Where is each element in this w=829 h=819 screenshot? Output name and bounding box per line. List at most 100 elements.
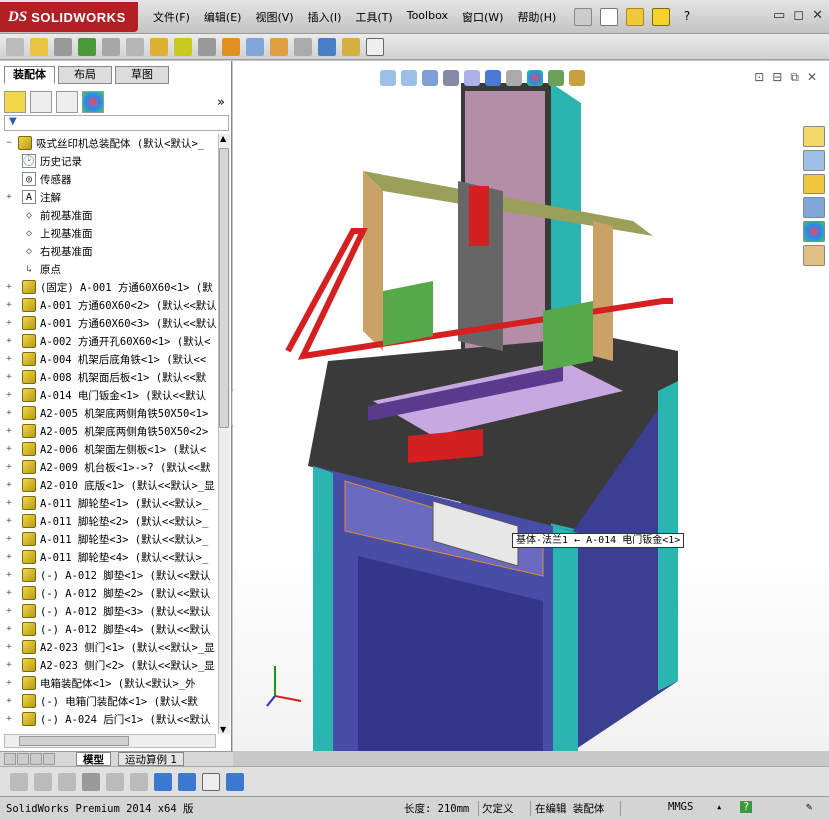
speedpak-icon[interactable]	[342, 37, 360, 56]
expand-toggle-icon[interactable]: +	[4, 282, 14, 292]
configuration-manager-icon[interactable]	[56, 91, 78, 113]
minimize-icon[interactable]: ▭	[773, 8, 785, 23]
custom-properties-icon[interactable]	[803, 245, 825, 266]
new-document-icon[interactable]	[600, 8, 618, 26]
question-icon[interactable]: ?	[678, 8, 696, 26]
viewport-close-icon[interactable]: ✕	[807, 70, 817, 85]
home-icon[interactable]	[803, 126, 825, 147]
linear-pattern-icon[interactable]	[78, 37, 96, 56]
tree-item[interactable]: + (-) A-012 脚垫<1> (默认<<默认	[0, 566, 218, 584]
expand-toggle-icon[interactable]: +	[4, 642, 14, 652]
filter-icon[interactable]: ▼	[9, 116, 17, 127]
zoom-to-fit-icon[interactable]	[380, 70, 396, 86]
expand-arrows-icon[interactable]: »	[217, 95, 225, 110]
tab-layout[interactable]: 布局	[58, 66, 112, 84]
expand-toggle-icon[interactable]: +	[4, 354, 14, 364]
expand-toggle-icon[interactable]: +	[4, 408, 14, 418]
tab-assembly[interactable]: 装配体	[4, 66, 55, 84]
status-units[interactable]: MMGS	[668, 801, 693, 813]
units-dropdown-icon[interactable]: ▴	[716, 801, 722, 813]
reference-geometry-icon[interactable]	[198, 37, 216, 56]
menu-toolbox[interactable]: Toolbox	[400, 9, 455, 25]
menu-tools[interactable]: 工具(T)	[348, 9, 399, 25]
new-part-icon[interactable]	[30, 37, 48, 56]
expand-toggle-icon[interactable]: +	[4, 534, 14, 544]
horizontal-scroll-thumb[interactable]	[19, 736, 129, 746]
tree-item[interactable]: + A2-010 底版<1> (默认<<默认>_显	[0, 476, 218, 494]
tab-first-icon[interactable]	[4, 753, 16, 765]
instant3d-icon[interactable]	[318, 37, 336, 56]
bottom-tool-1-icon[interactable]	[10, 772, 28, 791]
tree-item[interactable]: + A2-005 机架底两侧角铁50X50<2>	[0, 422, 218, 440]
tab-next-icon[interactable]	[30, 753, 42, 765]
expand-toggle-icon[interactable]: +	[4, 300, 14, 310]
status-underdefined[interactable]: 欠定义	[482, 801, 514, 816]
move-component-icon[interactable]	[126, 37, 144, 56]
display-manager-icon[interactable]	[82, 91, 104, 113]
tree-item[interactable]: + (-) A-012 脚垫<4> (默认<<默认	[0, 620, 218, 638]
expand-toggle-icon[interactable]: +	[4, 678, 14, 688]
previous-view-icon[interactable]	[422, 70, 438, 86]
tree-item[interactable]: + A-001 方通60X60<3> (默认<<默认	[0, 314, 218, 332]
menu-edit[interactable]: 编辑(E)	[197, 9, 249, 25]
tab-last-icon[interactable]	[43, 753, 55, 765]
tree-item[interactable]: + (-) 电箱门装配体<1> (默认<默	[0, 692, 218, 710]
tree-item[interactable]: + A2-006 机架面左侧板<1> (默认<	[0, 440, 218, 458]
explode-line-icon[interactable]	[294, 37, 312, 56]
bottom-tool-8-icon[interactable]	[178, 772, 196, 791]
tree-item[interactable]: + A-011 脚轮垫<4> (默认<<默认>_	[0, 548, 218, 566]
menu-insert[interactable]: 插入(I)	[301, 9, 349, 25]
quick-tips-icon[interactable]: ✎	[806, 801, 812, 813]
mate-icon[interactable]	[54, 37, 72, 56]
tree-item[interactable]: − 吸式丝印机总装配体 (默认<默认>_	[0, 134, 218, 152]
expand-toggle-icon[interactable]: +	[4, 498, 14, 508]
design-library-icon[interactable]	[803, 149, 825, 171]
expand-toggle-icon[interactable]: +	[4, 552, 14, 562]
bottom-tool-4-icon[interactable]	[82, 772, 100, 791]
graphics-viewport[interactable]	[233, 61, 829, 751]
tree-item[interactable]: ◇ 前视基准面	[0, 206, 218, 224]
tree-item[interactable]: + A-011 脚轮垫<2> (默认<<默认>_	[0, 512, 218, 530]
viewport-minimize-icon[interactable]: ⊟	[772, 70, 782, 85]
tree-item[interactable]: + A2-009 机台板<1>->? (默认<<默	[0, 458, 218, 476]
expand-toggle-icon[interactable]: +	[4, 696, 14, 706]
insert-component-icon[interactable]	[6, 37, 24, 56]
tree-item[interactable]: + (-) A-012 脚垫<3> (默认<<默认	[0, 602, 218, 620]
expand-toggle-icon[interactable]: +	[4, 714, 14, 724]
edit-appearance-icon[interactable]	[527, 70, 543, 86]
appearances-icon[interactable]	[803, 221, 825, 243]
assembly-features-icon[interactable]	[174, 37, 192, 56]
tree-item[interactable]: + 电箱装配体<1> (默认<默认>_外	[0, 674, 218, 692]
hide-show-icon[interactable]	[506, 70, 522, 86]
bill-of-materials-icon[interactable]	[246, 37, 264, 56]
tree-item[interactable]: ◎ 传感器	[0, 170, 218, 188]
display-style-icon[interactable]	[485, 70, 501, 86]
view-palette-icon[interactable]	[803, 197, 825, 219]
bottom-tool-10-icon[interactable]	[226, 772, 244, 791]
expand-toggle-icon[interactable]: +	[4, 336, 14, 346]
solidworks-logo[interactable]: DS SOLIDWORKS	[0, 2, 138, 32]
expand-toggle-icon[interactable]: +	[4, 516, 14, 526]
menu-view[interactable]: 视图(V)	[248, 9, 300, 25]
bottom-tool-2-icon[interactable]	[34, 772, 52, 791]
viewport-tile-icon[interactable]: ⊡	[754, 70, 764, 85]
expand-toggle-icon[interactable]: +	[4, 426, 14, 436]
tree-horizontal-scrollbar[interactable]	[4, 734, 216, 748]
snapshot-icon[interactable]	[366, 37, 384, 56]
property-manager-icon[interactable]	[30, 91, 52, 113]
tree-item[interactable]: ◇ 上视基准面	[0, 224, 218, 242]
tree-item[interactable]: ◇ 右视基准面	[0, 242, 218, 260]
view-orientation-icon[interactable]	[464, 70, 480, 86]
restore-icon[interactable]: ◻	[793, 8, 804, 23]
new-motion-study-icon[interactable]	[222, 37, 240, 56]
tab-model[interactable]: 模型	[76, 752, 111, 766]
tab-prev-icon[interactable]	[17, 753, 29, 765]
tree-scroll-thumb[interactable]	[219, 148, 229, 428]
smart-fasteners-icon[interactable]	[102, 37, 120, 56]
menu-help[interactable]: 帮助(H)	[510, 9, 563, 25]
tree-item[interactable]: + A-014 电门钣金<1> (默认<<默认	[0, 386, 218, 404]
bottom-tool-6-icon[interactable]	[130, 772, 148, 791]
tree-item[interactable]: + (-) A-012 脚垫<2> (默认<<默认	[0, 584, 218, 602]
expand-toggle-icon[interactable]: +	[4, 462, 14, 472]
tab-motion-study[interactable]: 运动算例 1	[118, 752, 185, 766]
